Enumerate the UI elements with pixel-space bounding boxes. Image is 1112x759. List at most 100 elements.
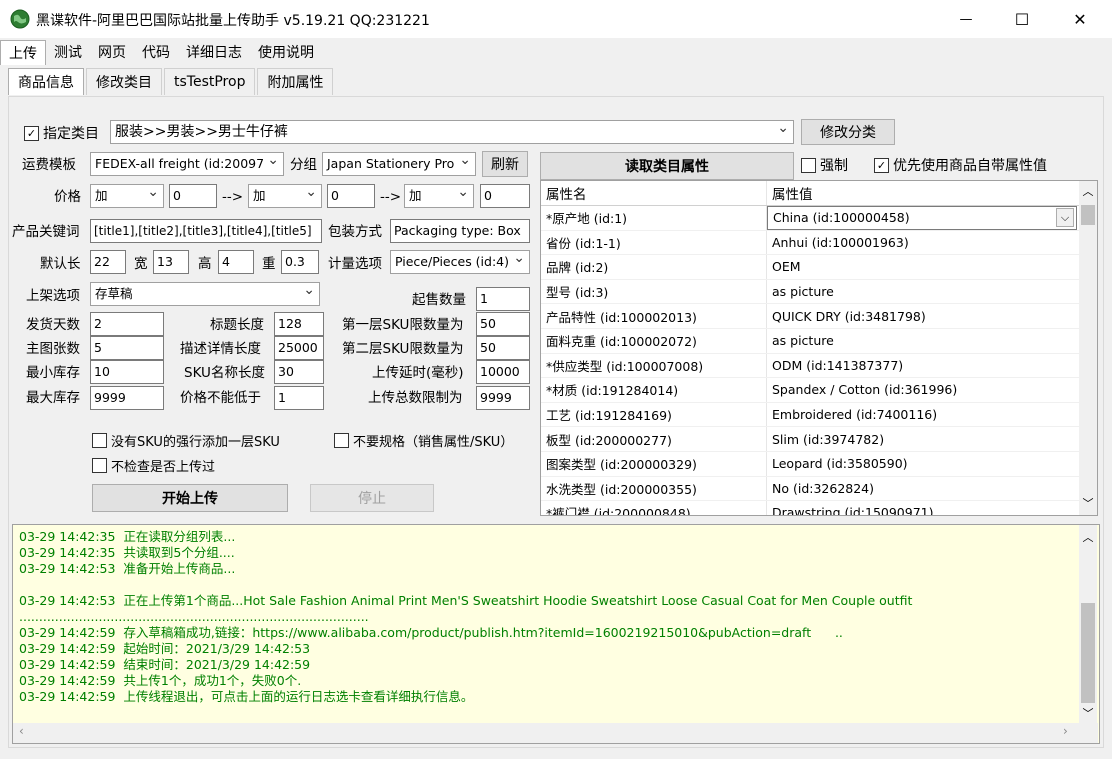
height-input[interactable]: 4 xyxy=(218,250,254,274)
attribute-row[interactable]: 省份 (id:1-1) Anhui (id:100001963) xyxy=(541,230,1097,256)
attribute-value-cell[interactable]: China (id:100000458) ⌵ xyxy=(767,206,1077,230)
group-select[interactable]: Japan Stationery Pro xyxy=(322,152,476,176)
attribute-row[interactable]: 图案类型 (id:200000329) Leopard (id:3580590) xyxy=(541,451,1097,477)
start-upload-button[interactable]: 开始上传 xyxy=(92,484,288,512)
scroll-thumb[interactable] xyxy=(1081,205,1095,225)
col-attr-value[interactable]: 属性值 xyxy=(767,181,1077,205)
attribute-row[interactable]: 型号 (id:3) as picture xyxy=(541,279,1097,305)
log-vscroll[interactable]: ︿ ﹀ xyxy=(1079,525,1097,723)
price-op2-select[interactable]: 加 xyxy=(248,184,322,208)
price-v2-input[interactable]: 0 xyxy=(327,184,375,208)
attribute-value-cell[interactable]: Embroidered (id:7400116) xyxy=(767,403,1077,427)
price-op1-select[interactable]: 加 xyxy=(90,184,164,208)
scroll-up-icon[interactable]: ︿ xyxy=(1079,529,1097,545)
unit-select[interactable]: Piece/Pieces (id:4) xyxy=(390,250,530,274)
price-v1-input[interactable]: 0 xyxy=(169,184,217,208)
attribute-row[interactable]: *裤门襟 (id:200000848) Drawstring (id:150909… xyxy=(541,501,1097,515)
attribute-value-text: Slim (id:3974782) xyxy=(772,431,885,447)
scroll-down-icon[interactable]: ﹀ xyxy=(1079,495,1097,511)
minimize-button[interactable]: — xyxy=(938,0,994,38)
specify-category-checkbox[interactable]: ✓ 指定类目 xyxy=(24,123,99,143)
attribute-value-cell[interactable]: Leopard (id:3580590) xyxy=(767,452,1077,476)
log-hscroll[interactable]: ‹ › xyxy=(13,723,1098,743)
force-checkbox[interactable]: 强制 xyxy=(801,155,848,175)
tab-code[interactable]: 代码 xyxy=(134,40,178,64)
no-spec-checkbox[interactable]: 不要规格（销售属性/SKU） xyxy=(334,431,513,450)
attribute-row[interactable]: 水洗类型 (id:200000355) No (id:3262824) xyxy=(541,476,1097,502)
tab-product-info[interactable]: 商品信息 xyxy=(8,68,84,95)
attribute-row[interactable]: *材质 (id:191284014) Spandex / Cotton (id:3… xyxy=(541,378,1097,403)
param-input[interactable]: 9999 xyxy=(476,386,530,410)
price-v3-input[interactable]: 0 xyxy=(480,184,530,208)
no-check-uploaded-checkbox[interactable]: 不检查是否上传过 xyxy=(92,456,215,475)
stop-button[interactable]: 停止 xyxy=(310,484,434,512)
attribute-value-cell[interactable]: ODM (id:141387377) xyxy=(767,354,1077,378)
param-input[interactable]: 1 xyxy=(274,386,324,410)
col-attr-name[interactable]: 属性名 xyxy=(541,181,767,205)
tab-help[interactable]: 使用说明 xyxy=(250,40,322,64)
attribute-value-cell[interactable]: Slim (id:3974782) xyxy=(767,427,1077,451)
param-input[interactable]: 50 xyxy=(476,312,530,336)
scroll-thumb[interactable] xyxy=(1081,603,1095,703)
tab-tstestprop[interactable]: tsTestProp xyxy=(164,68,256,95)
price-label: 价格 xyxy=(54,189,81,205)
attribute-value-text: OEM xyxy=(772,259,801,275)
price-op3-select[interactable]: 加 xyxy=(404,184,474,208)
category-select[interactable]: 服装>>男装>>男士牛仔裤 xyxy=(110,120,794,144)
param-input[interactable]: 50 xyxy=(476,336,530,360)
attribute-value-cell[interactable]: as picture xyxy=(767,280,1077,304)
tab-upload[interactable]: 上传 xyxy=(0,40,46,65)
tab-extra-attrs[interactable]: 附加属性 xyxy=(257,68,334,95)
attribute-row[interactable]: *原产地 (id:1) China (id:100000458) ⌵ xyxy=(541,206,1097,231)
chevron-down-icon[interactable]: ⌵ xyxy=(1056,208,1074,227)
tab-edit-category[interactable]: 修改类目 xyxy=(86,68,162,95)
log-area[interactable]: 03-29 14:42:35 正在读取分组列表... 03-29 14:42:35… xyxy=(12,524,1100,744)
no-sku-checkbox[interactable]: 没有SKU的强行添加一层SKU xyxy=(92,431,280,450)
attribute-value-cell[interactable]: as picture xyxy=(767,329,1077,353)
weight-input[interactable]: 0.3 xyxy=(281,250,319,274)
tab-detail-log[interactable]: 详细日志 xyxy=(178,40,250,64)
attribute-value-cell[interactable]: No (id:3262824) xyxy=(767,477,1077,501)
attribute-row[interactable]: 面料克重 (id:100002072) as picture xyxy=(541,328,1097,354)
maximize-icon: ☐ xyxy=(1014,9,1030,29)
maximize-button[interactable]: ☐ xyxy=(994,0,1050,38)
min-sale-input[interactable]: 1 xyxy=(476,287,530,311)
param-input[interactable]: 5 xyxy=(90,336,164,360)
scroll-left-icon[interactable]: ‹ xyxy=(19,724,24,738)
attribute-value-cell[interactable]: Spandex / Cotton (id:361996) xyxy=(767,378,1077,402)
param-input[interactable]: 9999 xyxy=(90,386,164,410)
keywords-input[interactable]: [title1],[title2],[title3],[title4],[tit… xyxy=(90,219,322,243)
read-attributes-button[interactable]: 读取类目属性 xyxy=(540,152,794,180)
shipping-template-select[interactable]: FEDEX-all freight (id:20097 xyxy=(90,152,284,176)
param-input[interactable]: 10 xyxy=(90,360,164,384)
attribute-row[interactable]: 板型 (id:200000277) Slim (id:3974782) xyxy=(541,427,1097,452)
attribute-row[interactable]: 品牌 (id:2) OEM xyxy=(541,255,1097,280)
length-input[interactable]: 22 xyxy=(90,250,126,274)
prefer-own-attrs-checkbox[interactable]: ✓ 优先使用商品自带属性值 xyxy=(874,155,1047,175)
param-input[interactable]: 25000 xyxy=(274,336,324,360)
attribute-row[interactable]: 产品特性 (id:100002013) QUICK DRY (id:3481798… xyxy=(541,304,1097,329)
tab-web[interactable]: 网页 xyxy=(90,40,134,64)
attribute-row[interactable]: 工艺 (id:191284169) Embroidered (id:7400116… xyxy=(541,402,1097,428)
attribute-value-cell[interactable]: QUICK DRY (id:3481798) xyxy=(767,304,1077,328)
width-input[interactable]: 13 xyxy=(153,250,189,274)
edit-category-button[interactable]: 修改分类 xyxy=(801,119,895,145)
param-label: SKU名称长度 xyxy=(184,365,265,381)
scroll-down-icon[interactable]: ﹀ xyxy=(1079,705,1097,721)
attribute-row[interactable]: *供应类型 (id:100007008) ODM (id:141387377) xyxy=(541,353,1097,379)
attribute-value-cell[interactable]: Drawstring (id:15090971) xyxy=(767,501,1077,515)
param-input[interactable]: 10000 xyxy=(476,360,530,384)
tab-test[interactable]: 测试 xyxy=(46,40,90,64)
refresh-button[interactable]: 刷新 xyxy=(482,151,528,177)
param-input[interactable]: 2 xyxy=(90,312,164,336)
shelf-select[interactable]: 存草稿 xyxy=(90,282,320,306)
packaging-input[interactable]: Packaging type: Box xyxy=(390,219,530,243)
attribute-value-cell[interactable]: Anhui (id:100001963) xyxy=(767,231,1077,255)
grid-scrollbar[interactable]: ︿ ﹀ xyxy=(1079,181,1097,515)
param-input[interactable]: 30 xyxy=(274,360,324,384)
scroll-right-icon[interactable]: › xyxy=(1063,724,1068,738)
close-button[interactable]: ✕ xyxy=(1052,0,1108,38)
param-input[interactable]: 128 xyxy=(274,312,324,336)
attribute-value-cell[interactable]: OEM xyxy=(767,255,1077,279)
scroll-up-icon[interactable]: ︿ xyxy=(1079,183,1097,199)
